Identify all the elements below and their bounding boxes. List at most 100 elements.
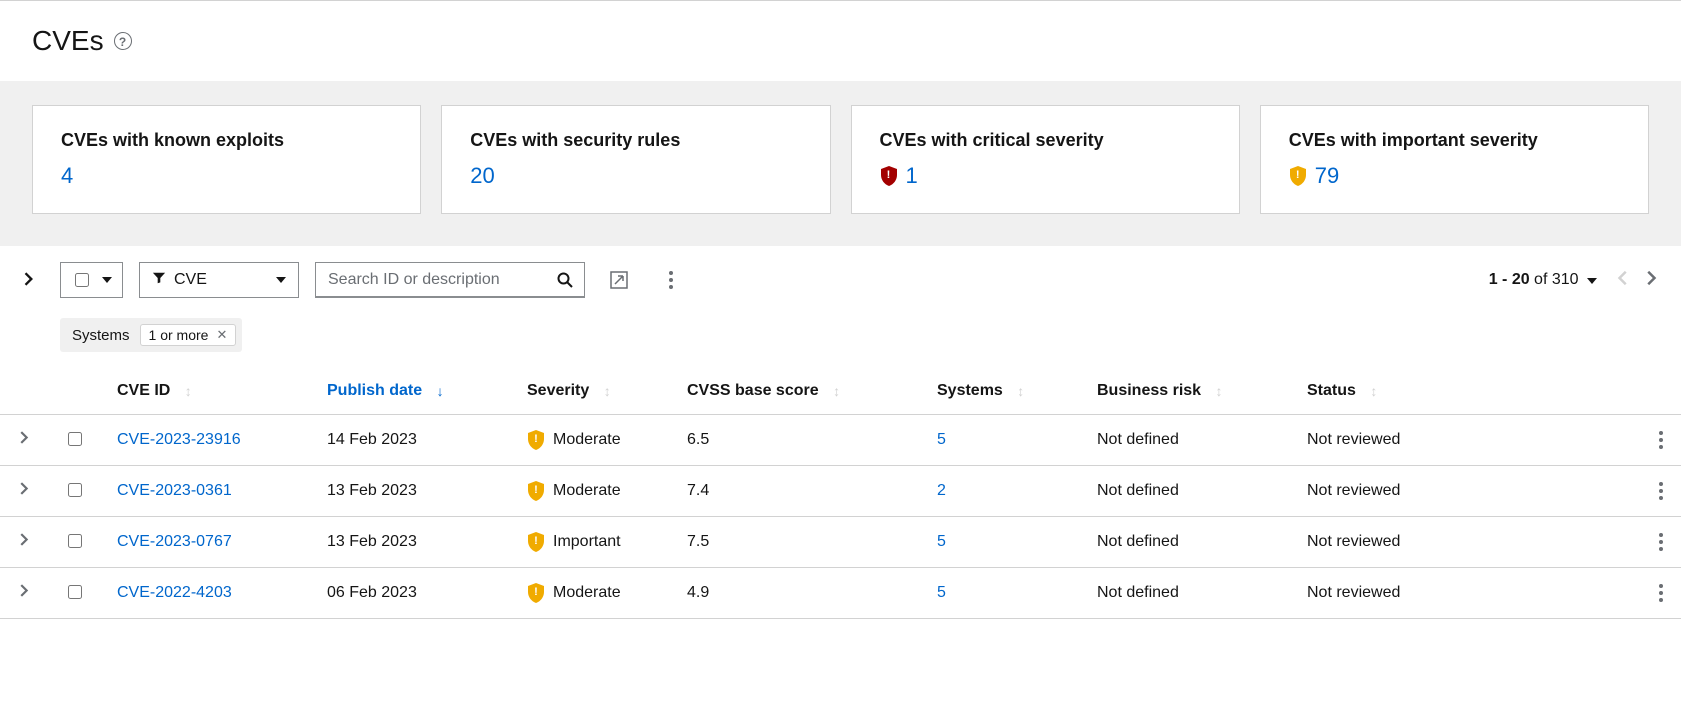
cell-status: Not reviewed [1291,517,1641,568]
chip-remove-icon[interactable]: ✕ [216,327,227,343]
card-title: CVEs with critical severity [880,130,1211,151]
cell-cvss: 7.5 [671,517,921,568]
cell-business-risk: Not defined [1081,517,1291,568]
sort-icon: ↕ [185,383,192,399]
page-title: CVEs [32,25,104,57]
table-section: CVE [0,246,1681,619]
search-input[interactable] [315,262,545,298]
caret-down-icon [276,277,286,283]
row-kebab-menu[interactable] [1657,482,1665,500]
bulk-select-dropdown[interactable] [60,262,123,298]
cell-severity: !Moderate [527,481,655,501]
cell-status: Not reviewed [1291,415,1641,466]
row-checkbox[interactable] [68,483,82,497]
cell-business-risk: Not defined [1081,466,1291,517]
sort-desc-icon: ↓ [437,383,444,399]
column-header-business-risk[interactable]: Business risk ↕ [1081,368,1291,415]
page-title-row: CVEs ? [32,25,1649,57]
column-header-cve-id[interactable]: CVE ID ↕ [101,368,311,415]
sort-icon: ↕ [1017,383,1024,399]
pagination-prev[interactable] [1617,270,1627,291]
card-value: 20 [470,163,801,189]
table-row: CVE-2023-036113 Feb 2023!Moderate7.42Not… [0,466,1681,517]
column-header-severity[interactable]: Severity ↕ [511,368,671,415]
toolbar-kebab-menu[interactable] [653,262,689,298]
cell-publish-date: 06 Feb 2023 [311,568,511,619]
expand-all-toggle[interactable] [24,272,34,289]
chip-group-label: Systems [72,327,130,344]
cve-id-link[interactable]: CVE-2023-0361 [117,482,232,499]
sort-icon: ↕ [1370,383,1377,399]
column-header-publish-date[interactable]: Publish date ↓ [311,368,511,415]
cve-table: CVE ID ↕ Publish date ↓ Severity ↕ CVSS … [0,368,1681,619]
card-value-link[interactable]: 1 [906,163,918,189]
cell-publish-date: 13 Feb 2023 [311,517,511,568]
toolbar: CVE [0,246,1681,310]
bulk-select-checkbox[interactable] [75,273,89,287]
cve-id-link[interactable]: CVE-2023-0767 [117,533,232,550]
chip: 1 or more ✕ [140,324,237,346]
systems-link[interactable]: 5 [937,584,946,601]
table-row: CVE-2022-4203 06 Feb 2023 !Moderate 4.9 5 Not… [0,568,1681,619]
row-expand-toggle[interactable] [0,568,48,619]
pagination-next[interactable] [1647,270,1657,291]
sort-icon: ↕ [1216,383,1223,399]
card-value: 4 [61,163,392,189]
shield-critical-icon: ! [880,166,898,186]
page-header: CVEs ? [0,1,1681,81]
cell-severity: !Important [527,532,655,552]
cell-cvss: 4.9 [671,568,921,619]
row-checkbox[interactable] [68,432,82,446]
cve-id-link[interactable]: CVE-2023-23916 [117,431,241,448]
card-value: !1 [880,163,1211,189]
table-row: CVE-2023-2391614 Feb 2023!Moderate6.55No… [0,415,1681,466]
summary-card: CVEs with important severity!79 [1260,105,1649,214]
cell-status: Not reviewed [1291,466,1641,517]
card-value-link[interactable]: 20 [470,163,494,189]
search-button[interactable] [545,262,585,298]
help-icon[interactable]: ? [114,32,132,50]
row-expand-toggle[interactable] [0,466,48,517]
filter-chips: Systems 1 or more ✕ [0,310,1681,368]
row-kebab-menu[interactable] [1657,584,1665,602]
export-button[interactable] [601,262,637,298]
systems-link[interactable]: 2 [937,482,946,499]
column-header-cvss[interactable]: CVSS base score ↕ [671,368,921,415]
row-kebab-menu[interactable] [1657,431,1665,449]
cell-status: Not reviewed [1291,568,1641,619]
sort-icon: ↕ [833,383,840,399]
table-row: CVE-2023-0767 13 Feb 2023 !Important 7.5 5 No… [0,517,1681,568]
filter-attribute-dropdown[interactable]: CVE [139,262,299,298]
systems-link[interactable]: 5 [937,533,946,550]
summary-cards: CVEs with known exploits 4 CVEs with secur… [32,105,1649,214]
pagination-range[interactable]: 1 - 20 of 310 [1489,271,1597,289]
row-checkbox[interactable] [68,585,82,599]
cell-severity: !Moderate [527,583,655,603]
card-value-link[interactable]: 4 [61,163,73,189]
card-value-link[interactable]: 79 [1315,163,1339,189]
card-title: CVEs with known exploits [61,130,392,151]
caret-down-icon [1587,278,1597,284]
page: CVEs ? CVEs with known exploits4CVEs wit… [0,0,1681,619]
row-kebab-menu[interactable] [1657,533,1665,551]
card-title: CVEs with security rules [470,130,801,151]
row-checkbox[interactable] [68,534,82,548]
cell-cvss: 6.5 [671,415,921,466]
search-group [315,262,585,298]
row-expand-toggle[interactable] [0,517,48,568]
shield-moderate-icon: ! [527,583,545,603]
cell-business-risk: Not defined [1081,415,1291,466]
column-header-status[interactable]: Status ↕ [1291,368,1641,415]
shield-moderate-icon: ! [527,430,545,450]
column-header-systems[interactable]: Systems ↕ [921,368,1081,415]
cell-publish-date: 13 Feb 2023 [311,466,511,517]
summary-card: CVEs with security rules 20 [441,105,830,214]
chip-group-systems: Systems 1 or more ✕ [60,318,242,352]
cve-id-link[interactable]: CVE-2022-4203 [117,584,232,601]
systems-link[interactable]: 5 [937,431,946,448]
filter-icon [152,271,166,290]
pagination-top: 1 - 20 of 310 [1489,270,1657,291]
card-title: CVEs with important severity [1289,130,1620,151]
summary-card: CVEs with known exploits 4 [32,105,421,214]
row-expand-toggle[interactable] [0,415,48,466]
